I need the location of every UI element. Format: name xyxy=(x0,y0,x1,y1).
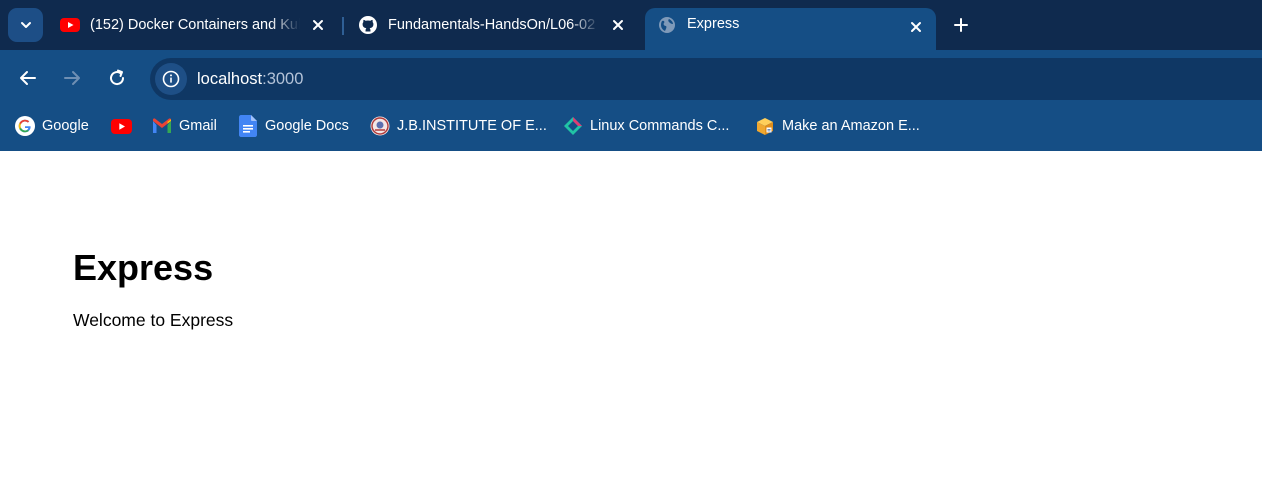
tab-github[interactable]: Fundamentals-HandsOn/L06-02 xyxy=(346,8,638,42)
bookmark-label: Make an Amazon E... xyxy=(782,118,920,134)
close-tab-icon[interactable] xyxy=(606,13,630,37)
google-icon xyxy=(14,115,36,137)
youtube-icon xyxy=(60,15,80,35)
site-info-button[interactable] xyxy=(155,63,187,95)
page-heading: Express xyxy=(73,247,214,288)
url-port: :3000 xyxy=(262,70,304,88)
url-text[interactable]: localhost:3000 xyxy=(197,70,303,89)
reload-icon xyxy=(110,69,125,86)
close-tab-icon[interactable] xyxy=(306,13,330,37)
tab-youtube[interactable]: (152) Docker Containers and Kubernetes xyxy=(48,8,338,42)
gmail-icon xyxy=(151,115,173,137)
page-content: Express Welcome to Express xyxy=(0,151,1262,500)
url-host: localhost xyxy=(197,70,263,88)
close-tab-icon[interactable] xyxy=(904,15,928,39)
bookmark-label: Google xyxy=(42,118,89,134)
back-button[interactable] xyxy=(14,64,42,92)
plus-icon xyxy=(954,18,968,32)
jbiet-icon xyxy=(369,115,391,137)
forward-button[interactable] xyxy=(58,64,86,92)
bookmark-google-docs[interactable]: Google Docs xyxy=(237,114,349,138)
address-bar[interactable] xyxy=(150,58,1262,100)
bookmark-jbiet[interactable]: J.B.INSTITUTE OF E... xyxy=(369,114,547,138)
bookmark-label: J.B.INSTITUTE OF E... xyxy=(397,118,547,134)
bookmark-label: Gmail xyxy=(179,118,217,134)
bookmark-label: Linux Commands C... xyxy=(590,118,730,134)
github-icon xyxy=(358,15,378,35)
tab-divider xyxy=(342,17,344,35)
bookmark-gmail[interactable]: Gmail xyxy=(151,114,217,138)
tab-title: Express xyxy=(687,16,740,32)
arrow-right-icon xyxy=(64,71,80,85)
tab-title: Fundamentals-HandsOn/L06-02 xyxy=(388,17,596,33)
bookmark-google[interactable]: Google xyxy=(14,114,89,138)
reload-button[interactable] xyxy=(103,64,131,92)
info-icon xyxy=(162,70,180,88)
youtube-icon xyxy=(110,115,132,137)
tab-strip: (152) Docker Containers and Kubernetes F… xyxy=(0,0,1262,52)
new-tab-button[interactable] xyxy=(948,12,974,38)
page-body-text: Welcome to Express xyxy=(73,310,234,330)
google-docs-icon xyxy=(237,115,259,137)
tab-express-active[interactable]: Express xyxy=(645,8,936,52)
arrow-left-icon xyxy=(20,71,36,85)
bookmark-amazon[interactable]: Make an Amazon E... xyxy=(754,114,920,138)
tab-search-button[interactable] xyxy=(8,8,43,42)
bookmark-linux-commands[interactable]: Linux Commands C... xyxy=(562,114,729,138)
tab-title: (152) Docker Containers and Kubernetes xyxy=(90,17,300,33)
linux-commands-icon xyxy=(562,115,584,137)
bookmark-youtube[interactable] xyxy=(110,114,138,138)
globe-icon xyxy=(657,15,677,35)
bookmark-label: Google Docs xyxy=(265,118,349,134)
chevron-down-icon xyxy=(20,22,31,28)
amazon-box-icon xyxy=(754,115,776,137)
